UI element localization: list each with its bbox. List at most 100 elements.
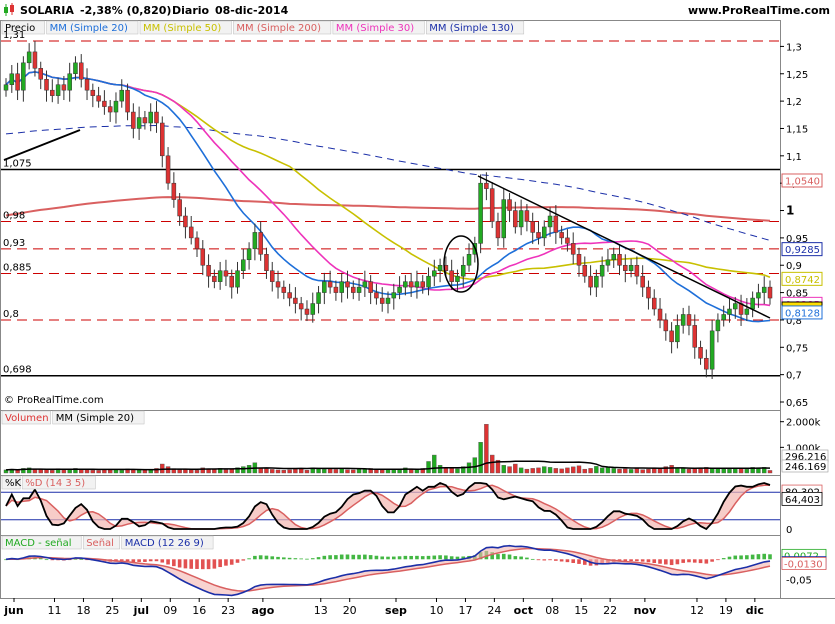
- volume-bar: [559, 468, 564, 474]
- volume-bar: [229, 468, 234, 474]
- candle-body: [709, 330, 715, 370]
- change: -2,38% (0,820): [80, 4, 171, 17]
- candle-body: [756, 292, 761, 299]
- legend-item: MM (Simple 20): [56, 413, 134, 424]
- price-tick-label: 1,2: [786, 97, 802, 108]
- legend-item: MACD - señal: [5, 538, 72, 549]
- macd-histogram-bar: [391, 556, 396, 560]
- volume-bar: [588, 468, 593, 474]
- candle-body: [142, 117, 148, 124]
- candle-body: [432, 270, 437, 277]
- x-tick-label: ago: [251, 604, 274, 617]
- stochastic-legend: %K %D (14 3 5): [1, 475, 96, 490]
- volume-bar: [38, 469, 43, 474]
- candle-body: [559, 232, 564, 239]
- candle-body: [165, 155, 171, 184]
- price-tick-label: 1,3: [786, 42, 802, 53]
- price-level-label: 0,885: [3, 262, 32, 273]
- macd-histogram-bar: [322, 555, 327, 560]
- candle-body: [125, 89, 130, 113]
- candle-body: [304, 308, 310, 315]
- x-tick-label: 13: [314, 604, 328, 617]
- candle-body: [576, 254, 582, 266]
- legend-item: MM (Simple 130): [429, 23, 514, 34]
- volume-bar: [327, 468, 333, 474]
- price-tick-label: 1,1: [786, 152, 802, 163]
- candle-body: [594, 275, 599, 288]
- x-tick-label: 23: [221, 604, 235, 617]
- volume-bar: [698, 468, 703, 474]
- volume-bar: [241, 466, 246, 474]
- candle-body: [148, 111, 153, 124]
- candle-body: [686, 314, 692, 326]
- volume-bar: [44, 469, 49, 474]
- macd-histogram-bar: [438, 555, 442, 560]
- candle-body: [281, 286, 287, 293]
- candle-body: [269, 270, 275, 282]
- candle-body: [715, 319, 721, 332]
- macd-histogram-bar: [444, 555, 448, 560]
- candle-body: [102, 100, 107, 107]
- volume-bar: [194, 469, 200, 474]
- volume-tick-label: 2.000k: [786, 418, 821, 429]
- macd-histogram-bar: [386, 556, 390, 560]
- candle-body: [327, 281, 333, 288]
- candle-body: [553, 215, 559, 233]
- legend-item: %K: [5, 478, 22, 489]
- candle-body: [721, 314, 726, 321]
- volume-bar: [524, 468, 530, 474]
- macd-histogram-bar: [183, 559, 188, 569]
- volume-bar: [582, 468, 587, 474]
- candle-body: [733, 303, 738, 310]
- volume-bar: [119, 469, 124, 474]
- volume-bar: [553, 468, 559, 474]
- candle-body: [767, 286, 773, 299]
- price-right-tags: 1,05400,92850,87420,82850,8200,8128: [781, 173, 823, 320]
- volume-bar: [426, 461, 431, 474]
- x-tick-label: jun: [3, 604, 23, 617]
- price-tick-label: 0,75: [786, 343, 808, 354]
- macd-histogram-bar: [415, 555, 419, 560]
- x-tick-label: jul: [133, 604, 149, 617]
- candle-body: [374, 292, 379, 299]
- candle-body: [518, 210, 524, 228]
- candle-body: [605, 259, 611, 266]
- x-tick-label: 20: [343, 604, 357, 617]
- candle-body: [9, 73, 15, 85]
- macd-histogram-bar: [756, 554, 761, 560]
- legend-item: MM (Simple 50): [143, 23, 221, 34]
- macd-histogram-bar: [409, 555, 413, 560]
- volume-bar: [744, 468, 750, 474]
- candle-body: [651, 297, 657, 310]
- candle-body: [362, 281, 368, 288]
- candle-body: [241, 259, 246, 271]
- candle-body: [84, 78, 90, 91]
- macd-histogram-bar: [310, 558, 315, 560]
- candle-body: [212, 275, 217, 282]
- candle-body: [547, 215, 553, 228]
- price-level-label: 0,98: [3, 210, 25, 221]
- volume-bar: [646, 468, 651, 474]
- volume-bar: [437, 465, 443, 474]
- candle-body: [200, 248, 206, 266]
- macd-histogram-bar: [44, 559, 49, 561]
- candle-body: [131, 111, 136, 129]
- volume-bar: [709, 468, 715, 474]
- price-tick-label: 0,9: [786, 261, 802, 272]
- macd-histogram-bar: [455, 556, 460, 560]
- candle-body: [588, 275, 593, 288]
- macd-histogram-bar: [397, 556, 402, 560]
- macd-histogram-bar: [762, 553, 767, 560]
- volume-bar: [96, 470, 101, 474]
- x-tick-label: 09: [163, 604, 177, 617]
- candle-body: [44, 78, 49, 91]
- x-tick-label: 18: [76, 604, 90, 617]
- volume-bar: [721, 468, 726, 474]
- volume-bar: [727, 468, 732, 474]
- candle-body: [565, 237, 570, 244]
- candle-body: [513, 210, 518, 228]
- macd-histogram-bar: [554, 559, 558, 561]
- price-level-label: 0,698: [3, 365, 32, 376]
- macd-histogram-bar: [137, 559, 141, 562]
- candle-body: [61, 84, 67, 91]
